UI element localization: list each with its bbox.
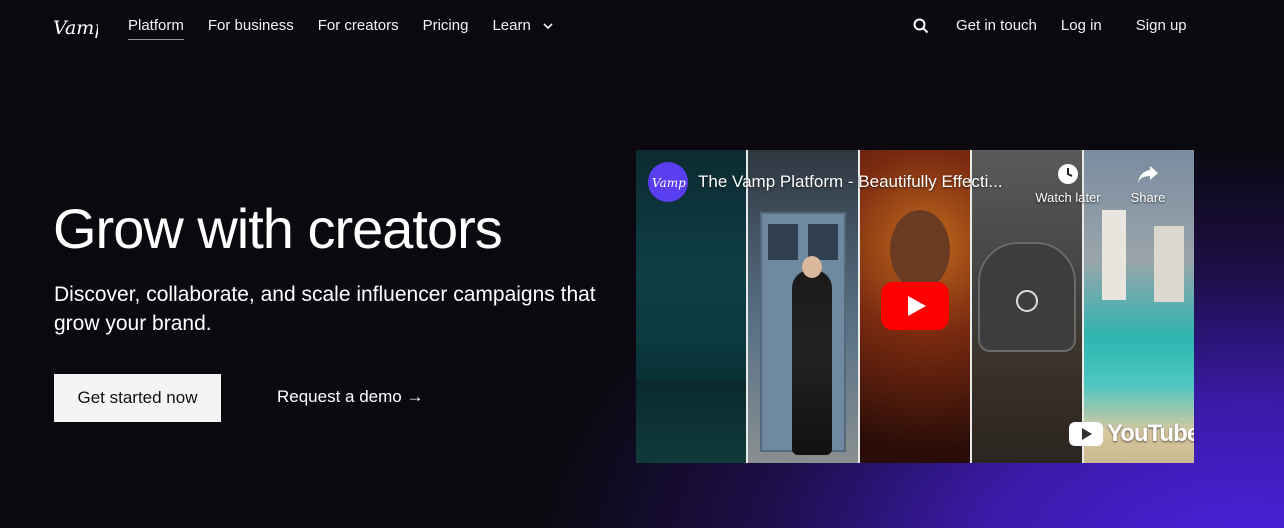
nav-item-learn[interactable]: Learn xyxy=(492,17,553,35)
header-actions: Get in touch Log in Sign up xyxy=(912,17,1187,35)
hero-title: Grow with creators xyxy=(53,197,503,260)
share-icon xyxy=(1138,166,1158,183)
video-title[interactable]: The Vamp Platform - Beautifully Effecti.… xyxy=(698,172,1003,192)
channel-logo-icon: Vamp xyxy=(652,176,686,190)
channel-avatar[interactable]: Vamp xyxy=(648,162,688,202)
get-started-button[interactable]: Get started now xyxy=(54,374,221,422)
youtube-wordmark: YouTube xyxy=(1107,420,1194,447)
youtube-icon xyxy=(1069,422,1103,446)
share-label: Share xyxy=(1130,190,1166,205)
video-embed[interactable]: Vamp The Vamp Platform - Beautifully Eff… xyxy=(636,150,1194,463)
request-demo-link[interactable]: Request a demo → xyxy=(277,387,423,407)
sign-up-link[interactable]: Sign up xyxy=(1136,17,1187,35)
clock-icon xyxy=(1058,164,1078,184)
play-icon[interactable] xyxy=(881,282,949,330)
search-icon[interactable] xyxy=(912,17,930,35)
video-thumbnail-panel-door xyxy=(748,150,858,463)
nav-item-for-creators[interactable]: For creators xyxy=(318,17,399,35)
chevron-down-icon xyxy=(543,23,553,30)
youtube-logo[interactable]: YouTube xyxy=(1069,420,1194,448)
main-nav: Platform For business For creators Prici… xyxy=(128,17,577,40)
hero-subtitle: Discover, collaborate, and scale influen… xyxy=(54,283,596,335)
share-button[interactable]: Share xyxy=(1113,162,1183,205)
nav-item-platform[interactable]: Platform xyxy=(128,17,184,40)
nav-item-for-business[interactable]: For business xyxy=(208,17,294,35)
watch-later-button[interactable]: Watch later xyxy=(1033,162,1103,205)
log-in-link[interactable]: Log in xyxy=(1061,17,1102,35)
nav-item-pricing[interactable]: Pricing xyxy=(423,17,469,35)
svg-text:Vamp: Vamp xyxy=(652,176,686,190)
watch-later-label: Watch later xyxy=(1035,190,1101,205)
get-in-touch-link[interactable]: Get in touch xyxy=(956,17,1037,35)
video-thumbnail-panel-night-sky xyxy=(636,150,746,463)
top-navigation: Vamp Platform For business For creators … xyxy=(0,0,1284,52)
nav-item-learn-label: Learn xyxy=(492,17,531,34)
vamp-logo[interactable]: Vamp xyxy=(52,10,98,42)
svg-text:Vamp: Vamp xyxy=(53,17,98,39)
